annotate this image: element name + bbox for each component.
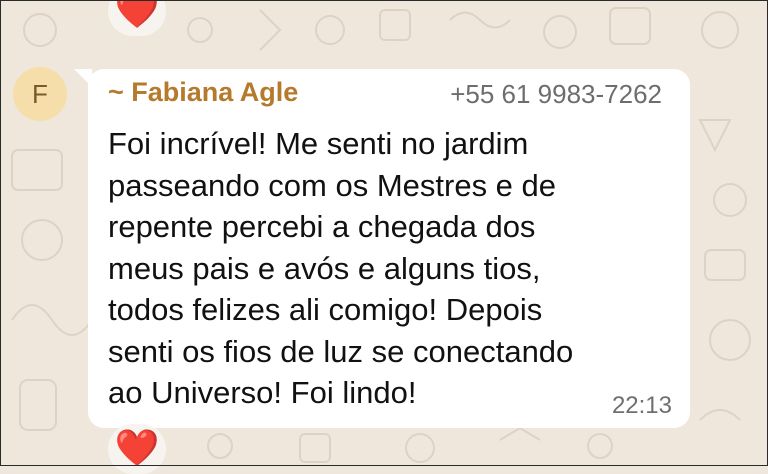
- message-bubble[interactable]: ~ Fabiana Agle +55 61 9983-7262 Foi incr…: [88, 69, 690, 428]
- message-line: passeando com os Mestres e de: [108, 167, 557, 203]
- message-timestamp: 22:13: [611, 392, 672, 419]
- avatar-initial: F: [32, 78, 48, 109]
- sender-name[interactable]: ~ Fabiana Agle: [108, 77, 298, 108]
- message-line: meus pais e avós e alguns tios,: [108, 250, 541, 286]
- message-line: repente percebi a chegada dos: [108, 209, 536, 244]
- heart-icon: ❤️: [114, 0, 160, 31]
- message-line: senti os fios de luz se conectando: [108, 333, 574, 369]
- reaction-badge-top[interactable]: ❤️: [108, 0, 166, 36]
- heart-icon: ❤️: [114, 428, 160, 469]
- message-line: ao Universo! Foi lindo!: [108, 375, 417, 410]
- sender-avatar[interactable]: F: [13, 67, 67, 121]
- sender-phone[interactable]: +55 61 9983-7262: [450, 79, 662, 110]
- reaction-badge-bottom[interactable]: ❤️: [108, 424, 166, 474]
- message-line: todos felizes ali comigo! Depois: [108, 292, 543, 327]
- message-line: Foi incrível! Me senti no jardim: [108, 126, 529, 161]
- message-text: Foi incrível! Me senti no jardim passean…: [108, 123, 668, 414]
